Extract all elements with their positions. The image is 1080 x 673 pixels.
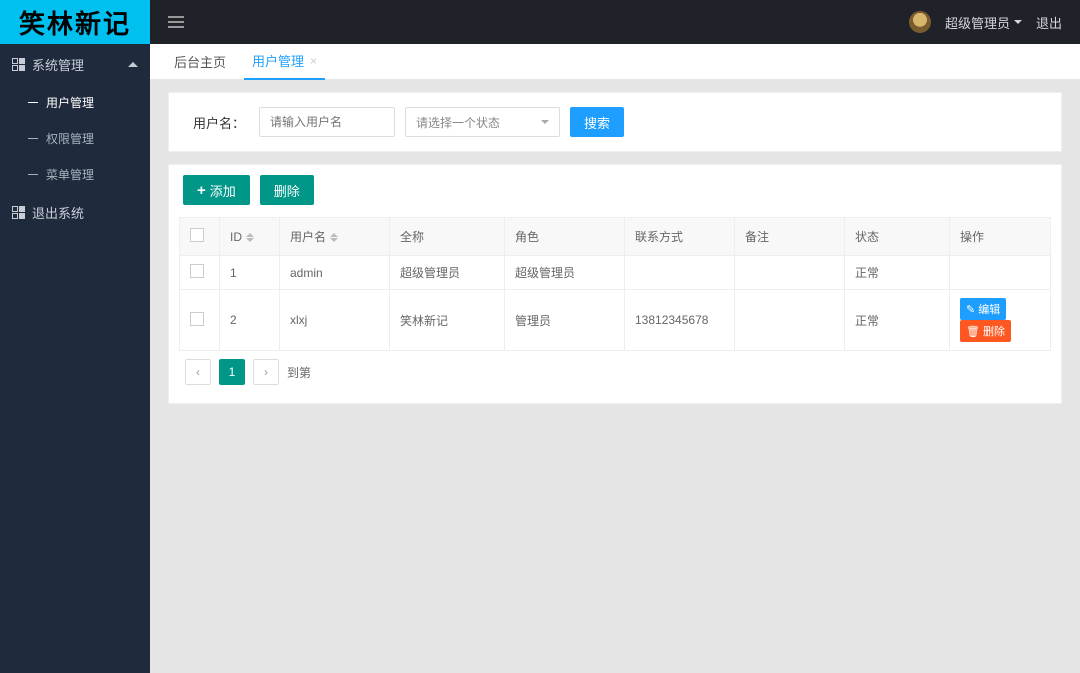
goto-label: 到第: [287, 364, 311, 381]
chevron-down-icon: [541, 120, 549, 124]
cell-contact: 13812345678: [625, 290, 735, 351]
chevron-down-icon: [1014, 20, 1022, 24]
search-button[interactable]: 搜索: [570, 107, 624, 137]
button-label: 添加: [210, 181, 236, 200]
col-role: 角色: [505, 218, 625, 256]
button-label: 搜索: [584, 113, 610, 132]
row-checkbox[interactable]: [190, 264, 204, 278]
pagination: ‹ 1 › 到第: [179, 351, 1051, 393]
cell-status: 正常: [845, 256, 950, 290]
col-status: 状态: [845, 218, 950, 256]
cell-remark: [735, 256, 845, 290]
sort-icon[interactable]: [330, 233, 338, 242]
cell-contact: [625, 256, 735, 290]
filter-label: 用户名：: [193, 113, 245, 132]
delete-button[interactable]: 删除: [260, 175, 314, 205]
row-checkbox[interactable]: [190, 312, 204, 326]
col-fullname: 全称: [390, 218, 505, 256]
tab-label: 后台主页: [174, 52, 226, 71]
table-row: 1admin超级管理员超级管理员正常: [180, 256, 1051, 290]
sidebar-item-users[interactable]: 用户管理: [0, 84, 150, 120]
table-row: 2xlxj笑林新记管理员13812345678正常✎ 编辑 🗑 删除: [180, 290, 1051, 351]
edit-button[interactable]: ✎ 编辑: [960, 298, 1006, 320]
row-delete-button[interactable]: 🗑 删除: [960, 320, 1011, 342]
col-username: 用户名: [290, 230, 326, 244]
tab-label: 用户管理: [252, 51, 304, 70]
page-number-button[interactable]: 1: [219, 359, 245, 385]
plus-icon: +: [197, 182, 206, 199]
sidebar-item-label: 权限管理: [46, 130, 94, 147]
dash-icon: [28, 174, 38, 175]
chevron-up-icon: [128, 62, 138, 67]
grid-icon: [12, 58, 24, 70]
hamburger-icon[interactable]: [168, 16, 184, 28]
sidebar-group-label: 退出系统: [32, 203, 84, 222]
tab-home[interactable]: 后台主页: [166, 44, 234, 80]
cell-fullname: 超级管理员: [390, 256, 505, 290]
cell-role: 超级管理员: [505, 256, 625, 290]
dash-icon: [28, 102, 38, 103]
cell-username: xlxj: [280, 290, 390, 351]
username-input[interactable]: [259, 107, 395, 137]
col-id: ID: [230, 230, 242, 244]
cell-status: 正常: [845, 290, 950, 351]
sidebar-group-system[interactable]: 系统管理: [0, 44, 150, 84]
avatar: [909, 11, 931, 33]
cell-id: 2: [220, 290, 280, 351]
trash-icon: 🗑: [966, 325, 980, 338]
sidebar-group-logout[interactable]: 退出系统: [0, 192, 150, 232]
pencil-icon: ✎: [966, 303, 975, 316]
select-placeholder: 请选择一个状态: [416, 114, 500, 131]
sidebar: 笑林新记 系统管理 用户管理 权限管理 菜单管理: [0, 0, 150, 673]
col-contact: 联系方式: [625, 218, 735, 256]
cell-id: 1: [220, 256, 280, 290]
next-page-button[interactable]: ›: [253, 359, 279, 385]
sidebar-group-label: 系统管理: [32, 55, 84, 74]
dash-icon: [28, 138, 38, 139]
user-table: ID 用户名 全称 角色 联系方式 备注 状态 操作 1admin超级管理员超级…: [179, 217, 1051, 351]
user-name: 超级管理员: [945, 13, 1010, 32]
close-icon[interactable]: ×: [310, 54, 317, 68]
sidebar-item-permissions[interactable]: 权限管理: [0, 120, 150, 156]
cell-fullname: 笑林新记: [390, 290, 505, 351]
sidebar-item-label: 菜单管理: [46, 166, 94, 183]
filter-bar: 用户名： 请选择一个状态 搜索: [169, 93, 1061, 151]
col-remark: 备注: [735, 218, 845, 256]
tab-bar: 后台主页 用户管理 ×: [150, 44, 1080, 80]
cell-username: admin: [280, 256, 390, 290]
checkbox-all[interactable]: [190, 228, 204, 242]
col-op: 操作: [950, 218, 1051, 256]
button-label: 删除: [274, 181, 300, 200]
user-dropdown[interactable]: 超级管理员: [945, 13, 1022, 32]
cell-ops: ✎ 编辑 🗑 删除: [950, 290, 1051, 351]
sort-icon[interactable]: [246, 233, 254, 242]
cell-role: 管理员: [505, 290, 625, 351]
topbar: 超级管理员 退出: [150, 0, 1080, 44]
logo: 笑林新记: [0, 0, 150, 44]
add-button[interactable]: + 添加: [183, 175, 250, 205]
tab-users[interactable]: 用户管理 ×: [244, 44, 325, 80]
logout-link[interactable]: 退出: [1036, 13, 1062, 32]
prev-page-button[interactable]: ‹: [185, 359, 211, 385]
cell-remark: [735, 290, 845, 351]
sidebar-item-menus[interactable]: 菜单管理: [0, 156, 150, 192]
sidebar-item-label: 用户管理: [46, 94, 94, 111]
logo-text: 笑林新记: [19, 4, 131, 41]
cell-ops: [950, 256, 1051, 290]
status-select[interactable]: 请选择一个状态: [405, 107, 560, 137]
grid-icon: [12, 206, 24, 218]
